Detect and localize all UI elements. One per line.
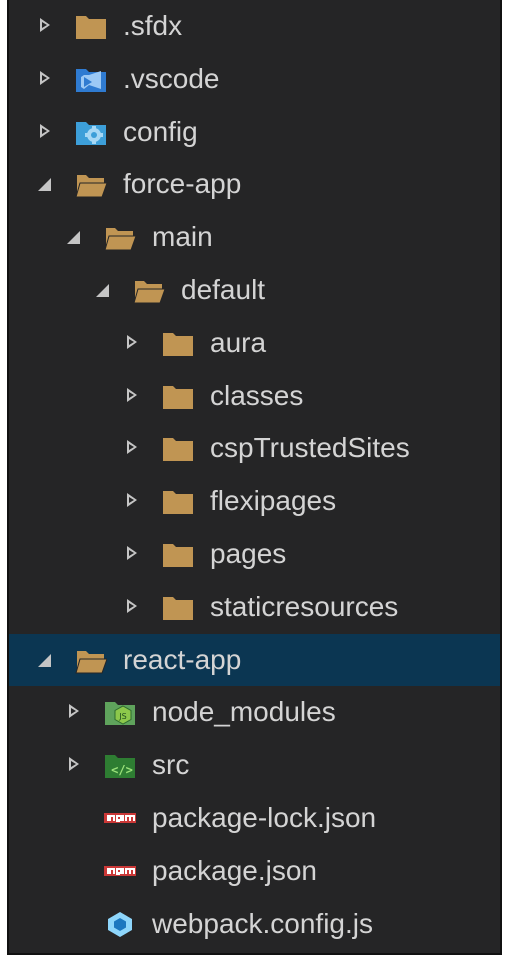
tree-item-main[interactable]: main bbox=[9, 211, 500, 264]
node-folder-icon: JS bbox=[104, 698, 136, 726]
tree-item-label: config bbox=[123, 115, 198, 147]
src-folder-icon: </> bbox=[104, 751, 136, 779]
folder-icon bbox=[162, 382, 194, 410]
tree-item-aura[interactable]: aura bbox=[9, 317, 500, 370]
chevron-collapsed-icon[interactable] bbox=[125, 545, 139, 562]
npm-icon bbox=[104, 857, 136, 885]
chevron-collapsed-icon[interactable] bbox=[125, 440, 139, 456]
tree-item-label: flexipages bbox=[210, 485, 337, 517]
tree-item-label: package-lock.json bbox=[152, 801, 377, 833]
svg-text:</>: </> bbox=[111, 763, 133, 777]
folder-icon bbox=[162, 434, 194, 462]
tree-item-config[interactable]: config bbox=[9, 106, 500, 159]
config-folder-icon bbox=[75, 118, 107, 146]
tree-item-label: force-app bbox=[123, 168, 242, 200]
folder-icon bbox=[162, 487, 194, 515]
tree-item-sfdx[interactable]: .sfdx bbox=[9, 0, 500, 53]
webpack-icon bbox=[104, 910, 136, 938]
chevron-collapsed-icon[interactable] bbox=[125, 387, 139, 404]
vscode-folder-icon bbox=[75, 65, 107, 93]
tree-item-default[interactable]: default bbox=[9, 264, 500, 317]
chevron-collapsed-icon[interactable] bbox=[38, 123, 52, 140]
npm-icon bbox=[104, 804, 136, 832]
chevron-collapsed-icon[interactable] bbox=[67, 704, 81, 720]
tree-item-label: webpack.config.js bbox=[152, 907, 374, 939]
tree-item-package-json[interactable]: package.json bbox=[9, 845, 500, 898]
tree-item-csptrustedsites[interactable]: cspTrustedSites bbox=[9, 422, 500, 475]
tree-item-label: pages bbox=[210, 537, 287, 569]
tree-item-staticresources[interactable]: staticresources bbox=[9, 581, 500, 634]
tree-item-package-lock-json[interactable]: package-lock.json bbox=[9, 792, 500, 845]
tree-item-label: main bbox=[152, 221, 213, 253]
chevron-collapsed-icon[interactable] bbox=[125, 334, 139, 351]
file-tree: .sfdx .vscode config force-app main default au… bbox=[9, 0, 500, 950]
tree-item-label: cspTrustedSites bbox=[210, 432, 410, 464]
folder-icon bbox=[162, 540, 194, 568]
folder-icon bbox=[162, 329, 194, 357]
folder-icon bbox=[75, 12, 107, 40]
tree-item-label: .vscode bbox=[123, 62, 220, 94]
tree-item-node-modules[interactable]: JS node_modules bbox=[9, 686, 500, 739]
folder-open-icon bbox=[104, 223, 136, 251]
tree-item-label: classes bbox=[210, 379, 304, 411]
tree-item-label: react-app bbox=[123, 643, 242, 675]
folder-open-icon bbox=[133, 276, 165, 304]
tree-item-flexipages[interactable]: flexipages bbox=[9, 475, 500, 528]
folder-open-icon bbox=[75, 646, 107, 674]
chevron-collapsed-icon[interactable] bbox=[38, 18, 52, 34]
tree-item-label: node_modules bbox=[152, 696, 336, 728]
chevron-collapsed-icon[interactable] bbox=[67, 757, 81, 773]
tree-item-pages[interactable]: pages bbox=[9, 528, 500, 581]
tree-item-label: src bbox=[152, 749, 190, 781]
chevron-collapsed-icon[interactable] bbox=[38, 70, 52, 87]
chevron-collapsed-icon[interactable] bbox=[125, 493, 139, 509]
tree-item-vscode[interactable]: .vscode bbox=[9, 53, 500, 106]
tree-item-react-app[interactable]: react-app bbox=[9, 633, 500, 687]
tree-item-label: aura bbox=[210, 326, 267, 358]
chevron-collapsed-icon[interactable] bbox=[125, 598, 139, 615]
chevron-expanded-icon[interactable] bbox=[38, 176, 52, 192]
tree-item-src[interactable]: </> src bbox=[9, 739, 500, 792]
chevron-expanded-icon[interactable] bbox=[96, 282, 110, 298]
svg-text:JS: JS bbox=[118, 712, 126, 721]
chevron-expanded-icon[interactable] bbox=[38, 652, 52, 668]
tree-item-label: .sfdx bbox=[123, 10, 183, 41]
tree-item-label: package.json bbox=[152, 854, 318, 886]
folder-open-icon bbox=[75, 170, 107, 198]
tree-item-webpack-config-js[interactable]: webpack.config.js bbox=[9, 898, 500, 951]
file-explorer: .sfdx .vscode config force-app main default au… bbox=[7, 0, 502, 955]
tree-item-label: default bbox=[181, 273, 266, 305]
tree-item-label: staticresources bbox=[210, 590, 399, 622]
chevron-expanded-icon[interactable] bbox=[67, 229, 81, 245]
tree-item-force-app[interactable]: force-app bbox=[9, 158, 500, 211]
folder-icon bbox=[162, 593, 194, 621]
tree-item-classes[interactable]: classes bbox=[9, 370, 500, 423]
